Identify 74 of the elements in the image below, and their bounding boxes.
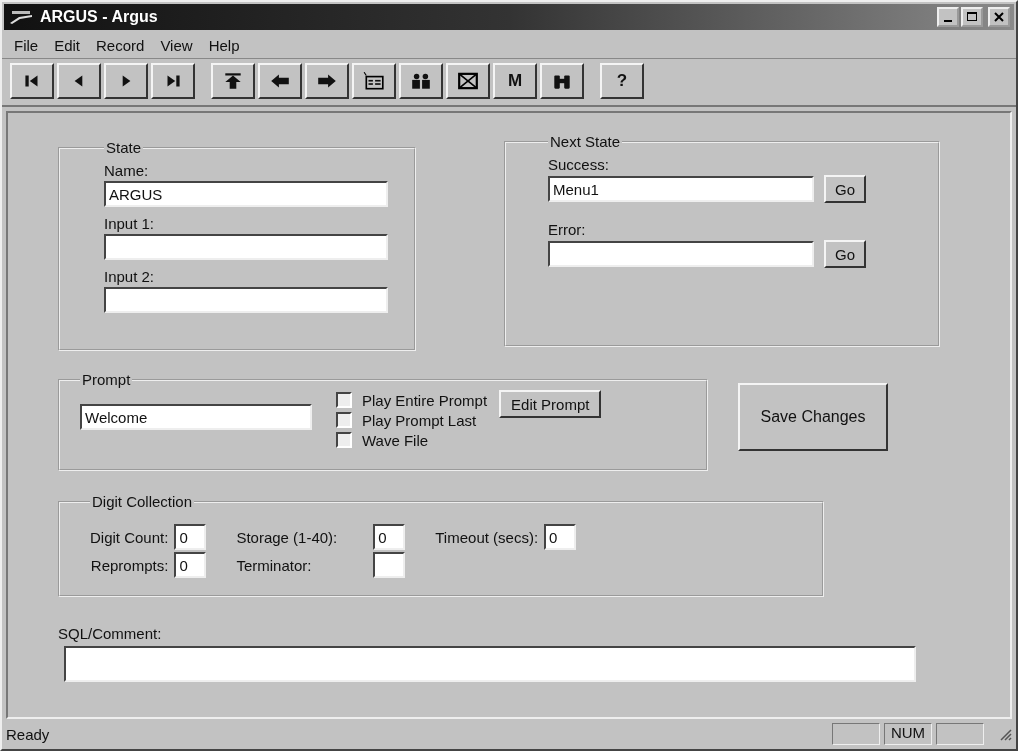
- menu-item[interactable]: File: [8, 36, 45, 54]
- checkbox[interactable]: [336, 412, 352, 428]
- toolbar-button[interactable]: [446, 63, 490, 99]
- field-label: Success:: [548, 156, 610, 173]
- checkbox-label: Play Prompt Last: [362, 411, 477, 429]
- people-icon: [410, 72, 432, 90]
- resize-grip-icon: [998, 727, 1012, 741]
- maximize-icon: [966, 11, 978, 23]
- input-field[interactable]: [373, 552, 406, 578]
- toolbar-button[interactable]: M: [493, 63, 537, 99]
- toolbar-button[interactable]: ?: [600, 63, 644, 99]
- field-label: Digit Count:: [90, 528, 169, 546]
- group-title: Next State: [549, 133, 622, 150]
- go-button[interactable]: Go: [824, 175, 866, 203]
- maximize-button[interactable]: [961, 7, 983, 27]
- status-panel: [832, 723, 880, 745]
- status-text: Ready: [6, 725, 51, 743]
- close-button[interactable]: [988, 7, 1010, 27]
- input-field[interactable]: [104, 287, 388, 313]
- group-title: Prompt: [81, 371, 132, 388]
- input-field[interactable]: 0: [373, 524, 406, 550]
- field-label: Input 2:: [104, 268, 156, 285]
- toolbar-button[interactable]: [211, 63, 255, 99]
- toolbar-button[interactable]: [151, 63, 195, 99]
- status-panel: [936, 723, 984, 745]
- field-label: Error:: [548, 221, 587, 238]
- field-label: Timeout (secs):: [435, 528, 539, 546]
- crossed-box-icon: [457, 72, 479, 90]
- field-label: Input 1:: [104, 215, 156, 232]
- status-indicator: NUM: [884, 723, 932, 745]
- input-field[interactable]: 0: [544, 524, 577, 550]
- app-icon: [8, 9, 34, 25]
- toolbar-button[interactable]: [258, 63, 302, 99]
- checkbox-label: Play Entire Prompt: [362, 391, 488, 409]
- menu-item[interactable]: Edit: [48, 36, 87, 54]
- input-field[interactable]: [64, 646, 916, 682]
- toolbar-button[interactable]: [352, 63, 396, 99]
- edit-prompt-button[interactable]: Edit Prompt: [499, 390, 602, 418]
- toolbar-button[interactable]: [399, 63, 443, 99]
- menu-item[interactable]: Record: [90, 36, 151, 54]
- checkbox[interactable]: [336, 392, 352, 408]
- right-arrow-icon: [316, 72, 338, 90]
- menu-item[interactable]: View: [154, 36, 199, 54]
- group-title: Digit Collection: [91, 493, 194, 510]
- input-field[interactable]: Welcome: [80, 404, 312, 430]
- input-field[interactable]: [104, 234, 388, 260]
- save-changes-button[interactable]: Save Changes: [738, 383, 888, 451]
- toolbar-button[interactable]: [540, 63, 584, 99]
- minimize-icon: [944, 20, 952, 22]
- toolbar-button[interactable]: [10, 63, 54, 99]
- toolbar-button[interactable]: [57, 63, 101, 99]
- minimize-button[interactable]: [937, 7, 959, 27]
- field-label: Storage (1-40):: [236, 528, 338, 546]
- menu-item[interactable]: Help: [202, 36, 246, 54]
- input-field[interactable]: 0: [174, 524, 207, 550]
- group-title: State: [105, 139, 143, 156]
- list-window-icon: [363, 72, 385, 90]
- left-arrow-icon: [269, 72, 291, 90]
- input-field[interactable]: Menu1: [548, 176, 814, 202]
- close-icon: [993, 11, 1005, 23]
- toolbar-button[interactable]: [305, 63, 349, 99]
- window-title: ARGUS - Argus: [40, 8, 158, 26]
- arrow-to-top-icon: [222, 72, 244, 90]
- field-label: SQL/Comment:: [58, 625, 163, 642]
- go-button[interactable]: Go: [824, 240, 866, 268]
- checkbox[interactable]: [336, 432, 352, 448]
- toolbar-button[interactable]: [104, 63, 148, 99]
- input-field[interactable]: 0: [174, 552, 207, 578]
- checkbox-label: Wave File: [362, 431, 429, 449]
- field-label: Reprompts:: [90, 556, 169, 574]
- input-field[interactable]: ARGUS: [104, 181, 388, 207]
- field-label: Terminator:: [236, 556, 312, 574]
- input-field[interactable]: [548, 241, 814, 267]
- field-label: Name:: [104, 162, 150, 179]
